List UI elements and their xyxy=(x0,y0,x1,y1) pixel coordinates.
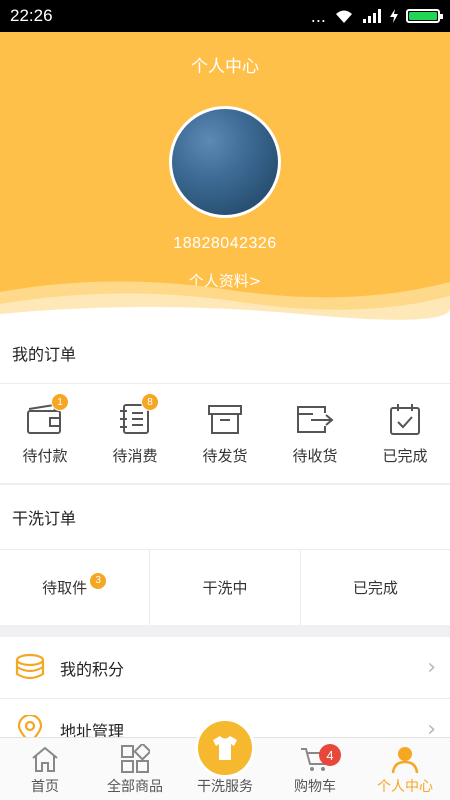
dry-in-progress[interactable]: 干洗中 xyxy=(149,550,299,625)
tab-label: 首页 xyxy=(31,779,59,795)
tab-label: 个人中心 xyxy=(377,779,433,795)
home-icon xyxy=(32,746,58,772)
order-pending-use[interactable]: 8 待消费 xyxy=(90,384,180,483)
order-label: 待消费 xyxy=(112,447,158,465)
dry-clean-center-button[interactable] xyxy=(195,718,255,778)
order-label: 待付款 xyxy=(22,447,68,465)
coins-icon xyxy=(15,653,45,679)
chevron-right-icon: › xyxy=(427,655,436,680)
menu-label: 我的积分 xyxy=(60,659,125,679)
dry-label: 已完成 xyxy=(352,579,398,597)
page-title: 个人中心 xyxy=(191,57,259,77)
dry-completed[interactable]: 已完成 xyxy=(299,550,450,625)
tab-profile[interactable]: 个人中心 xyxy=(360,738,450,800)
more-dots-icon: ... xyxy=(310,6,326,26)
tab-label: 干洗服务 xyxy=(197,779,253,795)
grid-icon xyxy=(121,744,150,773)
charging-icon xyxy=(390,9,398,23)
my-orders-title: 我的订单 xyxy=(0,322,450,384)
order-pending-receipt[interactable]: 待收货 xyxy=(270,384,360,483)
order-badge: 8 xyxy=(141,393,159,411)
order-pending-payment[interactable]: 1 待付款 xyxy=(0,384,90,483)
my-orders-section: 我的订单 1 待付款 8 待消费 待发货 待收货 已完成 xyxy=(0,322,450,484)
tab-home[interactable]: 首页 xyxy=(0,738,90,800)
order-label: 已完成 xyxy=(382,447,428,465)
status-bar: 22:26 ... xyxy=(0,0,450,32)
profile-header: 个人中心 18828042326 个人资料> xyxy=(0,32,450,322)
tab-cart[interactable]: 4 购物车 xyxy=(270,738,360,800)
tab-label: 全部商品 xyxy=(107,779,163,795)
menu-points[interactable]: 我的积分 › xyxy=(0,637,450,699)
tab-dry-clean-service[interactable]: 干洗服务 xyxy=(180,718,270,800)
dry-clean-title: 干洗订单 xyxy=(0,485,450,550)
dry-label: 待取件 xyxy=(42,579,88,597)
wifi-icon xyxy=(336,10,352,23)
battery-icon xyxy=(406,9,443,23)
calendar-check-icon xyxy=(390,404,420,435)
order-label: 待收货 xyxy=(292,447,338,465)
tab-bar: 首页 全部商品 干洗服务 4 购物车 个人中心 xyxy=(0,718,450,800)
dry-badge: 3 xyxy=(89,571,108,590)
signal-icon xyxy=(363,9,381,23)
order-badge: 1 xyxy=(51,393,69,411)
dry-clean-section: 干洗订单 待取件 3 干洗中 已完成 xyxy=(0,485,450,625)
cart-badge: 4 xyxy=(319,744,341,766)
user-phone: 18828042326 xyxy=(173,235,277,252)
dry-pending-pickup[interactable]: 待取件 3 xyxy=(0,550,149,625)
avatar[interactable] xyxy=(169,106,281,218)
box-icon xyxy=(208,405,242,434)
tab-label: 购物车 xyxy=(294,779,336,795)
shirt-icon xyxy=(213,736,237,760)
order-label: 待发货 xyxy=(202,447,248,465)
person-icon xyxy=(391,747,419,774)
status-time: 22:26 xyxy=(10,6,53,25)
header-wave xyxy=(0,281,450,322)
dry-label: 干洗中 xyxy=(202,579,248,597)
order-completed[interactable]: 已完成 xyxy=(360,384,450,483)
order-pending-shipment[interactable]: 待发货 xyxy=(180,384,270,483)
tab-all-products[interactable]: 全部商品 xyxy=(90,738,180,800)
truck-icon xyxy=(297,406,334,433)
